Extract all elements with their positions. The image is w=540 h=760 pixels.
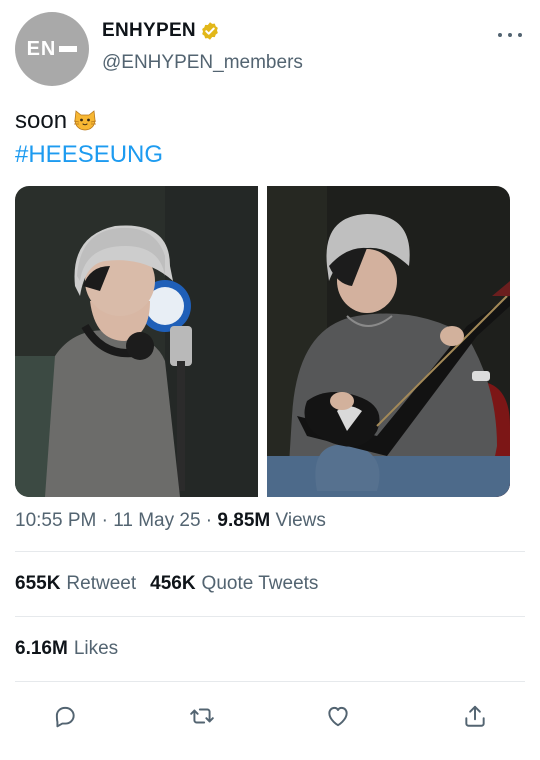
photo-1-image [15,186,258,497]
share-button[interactable] [459,700,491,732]
meta-separator: · [200,510,218,531]
likes-count: 6.16M [15,638,68,659]
photo-2-image [267,186,510,497]
like-button[interactable] [322,700,354,732]
avatar-logo: EN [27,38,78,61]
engagement-row: 655K Retweet 456K Quote Tweets [15,573,318,595]
divider [15,551,525,552]
divider [15,681,525,682]
tweet-time[interactable]: 10:55 PM [15,510,96,531]
more-horizontal-icon[interactable] [498,25,522,45]
retweet-button[interactable] [186,700,218,732]
tweet-body: soon [15,107,68,134]
retweets-label: Retweet [66,573,137,594]
likes-label: Likes [73,638,119,659]
tweet-photo-1[interactable] [15,186,258,497]
quotes-label: Quote Tweets [201,573,319,594]
user-handle[interactable]: @ENHYPEN_members [102,52,303,74]
tweet-meta: 10:55 PM · 11 May 25 · 9.85M Views [15,510,326,532]
retweets-stat[interactable]: 655K Retweet [15,573,136,594]
likes-stat[interactable]: 6.16M Likes [15,638,118,659]
action-bar [0,700,540,734]
tweet-photo-2[interactable] [267,186,510,497]
retweets-count: 655K [15,573,61,594]
avatar[interactable]: EN [15,12,89,86]
cat-face-emoji [73,110,97,131]
media-grid [15,186,510,497]
likes-row: 6.16M Likes [15,638,118,660]
tweet-text: soon #HEESEUNG [15,104,163,172]
reply-icon [55,706,75,728]
like-heart-icon [328,706,348,727]
divider [15,616,525,617]
share-icon [465,705,485,727]
tweet-header: EN ENHYPEN @ENHYPEN_members [0,0,540,90]
quotes-stat[interactable]: 456K Quote Tweets [150,573,318,594]
name-row: ENHYPEN [102,20,220,42]
tweet-date[interactable]: 11 May 25 [113,510,200,531]
meta-separator: · [96,510,114,531]
quotes-count: 456K [150,573,196,594]
display-name[interactable]: ENHYPEN [102,20,196,42]
hashtag-link[interactable]: #HEESEUNG [15,138,163,172]
views-label: Views [275,510,326,531]
views-count: 9.85M [217,510,271,531]
reply-button[interactable] [49,700,81,732]
retweet-icon [190,708,214,724]
verified-badge-icon [202,22,218,40]
